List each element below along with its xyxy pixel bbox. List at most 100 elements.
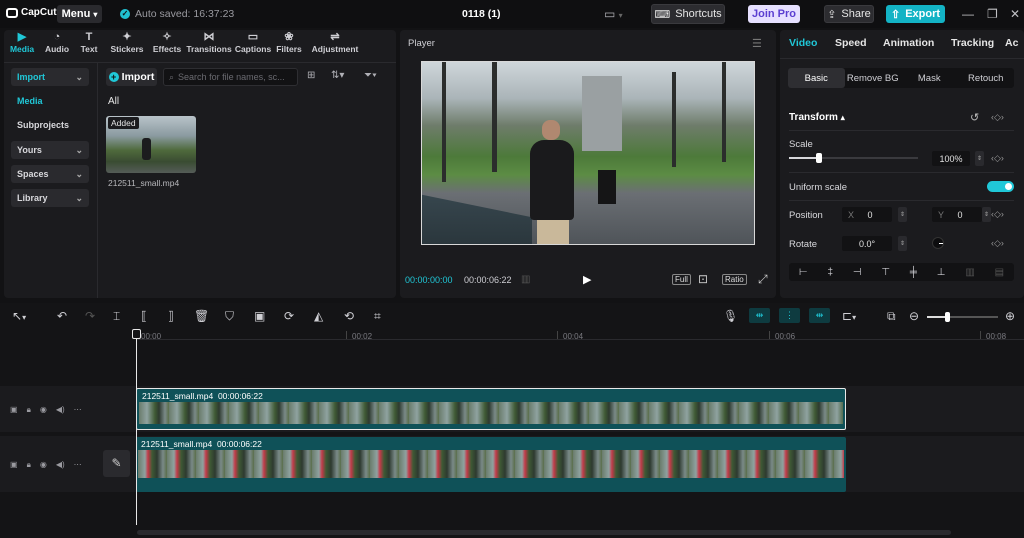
tab-animation[interactable]: Animation	[883, 37, 934, 49]
scale-stepper[interactable]: ⇕	[975, 151, 984, 166]
linkage-icon[interactable]: ⇹	[809, 308, 830, 323]
mark-icon[interactable]: ⛉	[225, 309, 234, 324]
media-clip-thumbnail[interactable]: Added	[106, 116, 196, 173]
tab-ai[interactable]: Ac	[1005, 37, 1018, 49]
fullscreen-icon[interactable]: ⤢	[758, 272, 768, 287]
edit-cover-icon[interactable]: ✎	[103, 450, 130, 477]
position-x-field[interactable]: X0	[842, 207, 892, 222]
scale-field[interactable]: 100%	[932, 151, 970, 166]
main-track-magnet-icon[interactable]: ⇹	[749, 308, 770, 323]
menu-button[interactable]: Menu ▾	[57, 5, 102, 23]
freeze-icon[interactable]: ▣	[254, 309, 265, 323]
keyframe-icon[interactable]: ‹◇›	[991, 238, 1004, 249]
split-left-icon[interactable]: ⟦	[141, 309, 147, 323]
search-input[interactable]: ⌕ Search for file names, sc...	[163, 68, 298, 86]
reverse-icon[interactable]: ⟳	[284, 309, 294, 323]
tab-media[interactable]: ▶ Media	[4, 30, 40, 60]
tab-captions[interactable]: ▭ Captions	[234, 30, 272, 60]
keyframe-icon[interactable]: ‹◇›	[991, 209, 1004, 220]
full-button[interactable]: Full	[672, 274, 691, 285]
more-icon[interactable]: ⋯	[74, 460, 82, 470]
subtab-mask[interactable]: Mask	[901, 68, 958, 88]
visibility-icon[interactable]: ◉	[40, 405, 47, 415]
split-right-icon[interactable]: ⟧	[168, 309, 174, 323]
grid-view-icon[interactable]: ⊞	[307, 70, 315, 81]
timeline-scrollbar[interactable]	[137, 530, 951, 535]
audio-icon[interactable]: ◀)	[56, 460, 65, 470]
share-button[interactable]: ⇪ Share	[824, 5, 874, 23]
more-icon[interactable]: ⋯	[74, 405, 82, 415]
track-cover-icon[interactable]: ▣	[10, 405, 18, 415]
sidebar-item-media[interactable]: Media	[17, 96, 43, 106]
subtab-basic[interactable]: Basic	[788, 68, 845, 88]
sort-icon[interactable]: ⇅▾	[331, 70, 344, 81]
transform-heading[interactable]: Transform ▴	[789, 112, 845, 123]
tab-tracking[interactable]: Tracking	[951, 37, 994, 49]
sidebar-item-library[interactable]: Library ⌄	[11, 189, 89, 207]
mirror-icon[interactable]: ◭	[314, 309, 323, 323]
track-cover-icon[interactable]: ▣	[10, 460, 18, 470]
tab-audio[interactable]: ◔ Audio	[40, 30, 74, 60]
scale-slider-handle[interactable]	[816, 153, 822, 163]
align-right-icon[interactable]: ⊣	[853, 267, 862, 278]
delete-icon[interactable]: 🗑	[194, 309, 209, 323]
lock-icon[interactable]: 🔒︎	[27, 405, 31, 415]
lock-icon[interactable]: 🔒︎	[27, 460, 31, 470]
play-icon[interactable]: ▶	[583, 273, 591, 286]
tab-speed[interactable]: Speed	[835, 37, 867, 49]
preview-axis-icon[interactable]: ⊏▾	[842, 309, 856, 323]
distribute-h-icon[interactable]: ▥	[965, 267, 974, 278]
zoom-out-icon[interactable]: ⊖	[909, 309, 919, 323]
position-y-stepper[interactable]: ⇕	[982, 207, 991, 222]
split-icon[interactable]: ⌶	[113, 309, 120, 324]
subtab-remove-bg[interactable]: Remove BG	[845, 68, 902, 88]
import-button[interactable]: + Import	[106, 68, 157, 86]
playhead[interactable]	[136, 329, 137, 525]
distribute-v-icon[interactable]: ▤	[995, 267, 1004, 278]
sidebar-item-spaces[interactable]: Spaces ⌄	[11, 165, 89, 183]
align-center-v-icon[interactable]: ╪	[910, 267, 917, 278]
filter-all-label[interactable]: All	[108, 96, 119, 107]
filter-icon[interactable]: ⏷▾	[364, 70, 377, 81]
visibility-icon[interactable]: ◉	[40, 460, 47, 470]
tab-adjustment[interactable]: ⇌ Adjustment	[306, 30, 364, 60]
export-button[interactable]: ⇧ Export	[886, 5, 945, 23]
redo-icon[interactable]: ↷	[85, 309, 95, 323]
close-icon[interactable]: ✕	[1010, 7, 1020, 21]
tab-stickers[interactable]: ✦ Stickers	[104, 30, 150, 60]
timeline-clip-2[interactable]: 212511_small.mp4 00:00:06:22	[136, 437, 846, 492]
join-pro-button[interactable]: Join Pro	[748, 5, 800, 23]
video-preview[interactable]	[421, 61, 755, 245]
microphone-icon[interactable]: 🎙	[723, 309, 738, 323]
sidebar-item-subprojects[interactable]: Subprojects	[17, 120, 69, 130]
audio-icon[interactable]: ◀)	[56, 405, 65, 415]
rotate-icon[interactable]: ⟲	[344, 309, 354, 323]
sidebar-item-import[interactable]: Import ⌄	[11, 68, 89, 86]
keyframe-icon[interactable]: ‹◇›	[991, 112, 1004, 123]
align-bottom-icon[interactable]: ⊥	[937, 267, 946, 278]
playhead-handle[interactable]	[132, 329, 141, 339]
align-top-icon[interactable]: ⊤	[881, 267, 890, 278]
crop-view-icon[interactable]: ⊡	[698, 272, 708, 286]
tab-text[interactable]: T Text	[74, 30, 104, 60]
layout-icon[interactable]: ▭ ▾	[604, 7, 623, 21]
zoom-slider[interactable]	[927, 312, 998, 322]
ratio-button[interactable]: Ratio	[722, 274, 747, 285]
player-menu-icon[interactable]: ☰	[752, 37, 762, 50]
tab-video[interactable]: Video	[789, 37, 817, 49]
waveform-icon[interactable]: ▥	[521, 274, 530, 285]
shortcuts-button[interactable]: ⌨ Shortcuts	[651, 4, 725, 24]
tab-transitions[interactable]: ⋈ Transitions	[184, 30, 234, 60]
maximize-icon[interactable]: ❐	[987, 7, 998, 21]
tab-effects[interactable]: ✧ Effects	[150, 30, 184, 60]
project-title[interactable]: 0118 (1)	[462, 8, 501, 20]
timeline-clip-1[interactable]: 212511_small.mp4 00:00:06:22	[136, 388, 846, 430]
reset-icon[interactable]: ↺	[970, 111, 979, 124]
undo-icon[interactable]: ↶	[57, 309, 67, 323]
zoom-slider-handle[interactable]	[945, 312, 950, 322]
auto-snap-icon[interactable]: ⋮	[779, 308, 800, 323]
minimize-icon[interactable]: —	[962, 7, 974, 21]
subtab-retouch[interactable]: Retouch	[958, 68, 1015, 88]
align-left-icon[interactable]: ⊢	[799, 267, 808, 278]
keyframe-icon[interactable]: ‹◇›	[991, 153, 1004, 164]
